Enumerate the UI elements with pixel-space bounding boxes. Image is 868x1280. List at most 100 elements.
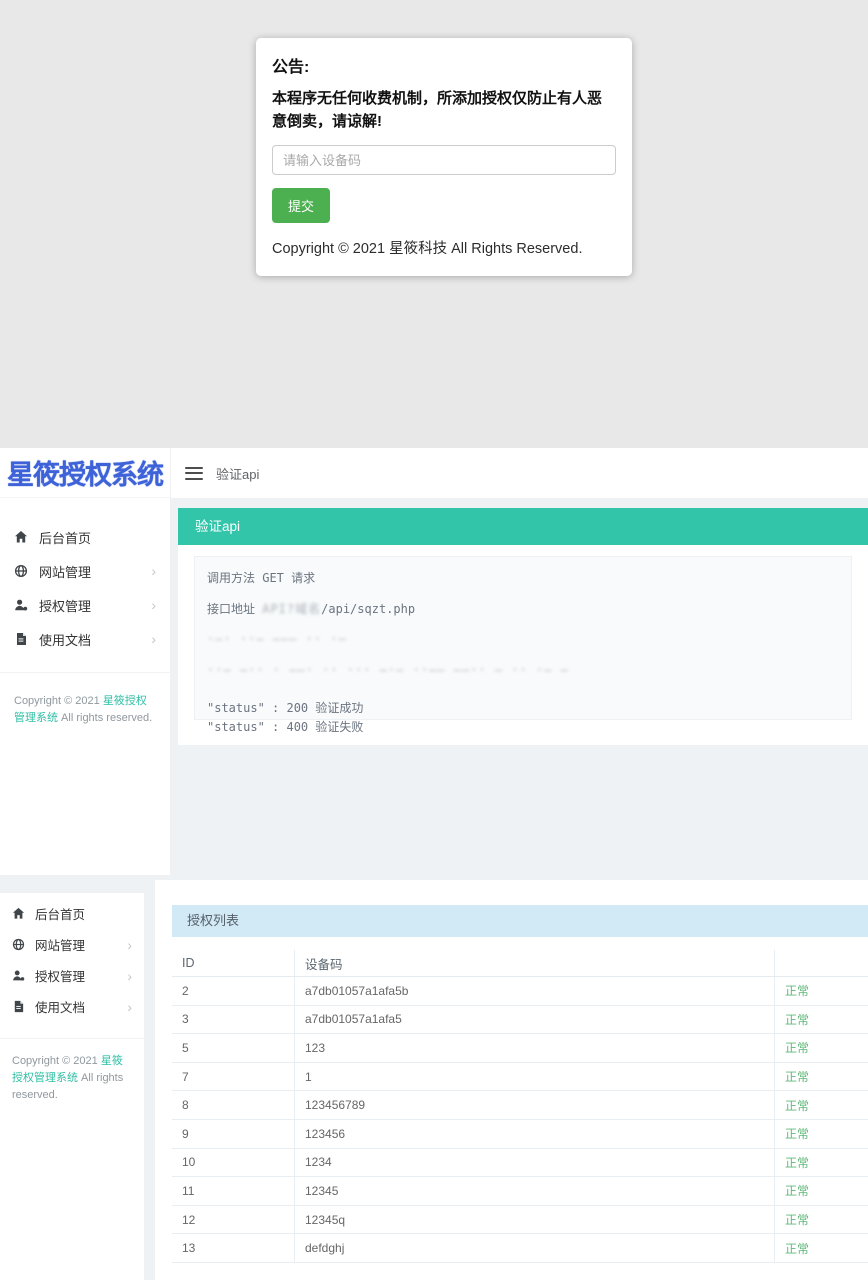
hamburger-icon[interactable] bbox=[185, 467, 203, 480]
sidebar-item-label: 后台首页 bbox=[39, 528, 91, 547]
admin-api-section: 星筱授权系统 验证api 后台首页 网站管理 › bbox=[0, 448, 868, 880]
cell-device: 1 bbox=[295, 1063, 775, 1091]
table-row: 2 a7db01057a1afa5b 正常 bbox=[172, 977, 868, 1006]
api-method-line: 调用方法 GET 请求 bbox=[207, 569, 839, 586]
chevron-right-icon: › bbox=[127, 1000, 132, 1014]
sidebar-item-license[interactable]: 授权管理 › bbox=[0, 960, 144, 991]
home-icon bbox=[14, 530, 28, 544]
cell-id: 10 bbox=[172, 1149, 295, 1177]
globe-icon bbox=[12, 938, 25, 951]
sidebar-copyright: Copyright © 2021 星筱授权管理系统 All rights res… bbox=[0, 1039, 144, 1104]
license-card: 授权列表 ID 设备码 2 a7db01057a1afa5b bbox=[155, 880, 868, 1280]
chevron-right-icon: › bbox=[151, 598, 156, 612]
announcement-title: 公告: bbox=[272, 53, 616, 77]
table-row: 5 123 正常 bbox=[172, 1034, 868, 1063]
redacted-line: ·—· ··— ——— ·· ·— bbox=[207, 632, 839, 646]
chevron-right-icon: › bbox=[127, 969, 132, 983]
cell-status[interactable]: 正常 bbox=[785, 1127, 809, 1141]
table-row: 12 12345q 正常 bbox=[172, 1206, 868, 1235]
document-icon bbox=[12, 1000, 25, 1013]
api-panel: 验证api 调用方法 GET 请求 接口地址 API?域名/api/sqzt.p… bbox=[178, 508, 868, 745]
sidebar-item-label: 授权管理 bbox=[39, 596, 91, 615]
cell-status[interactable]: 正常 bbox=[785, 1213, 809, 1227]
cell-id: 8 bbox=[172, 1091, 295, 1119]
cell-id: 3 bbox=[172, 1006, 295, 1034]
sidebar-item-home[interactable]: 后台首页 bbox=[0, 520, 170, 554]
column-header-device: 设备码 bbox=[295, 950, 775, 976]
cell-device: 12345q bbox=[295, 1206, 775, 1234]
breadcrumb: 验证api bbox=[216, 464, 259, 483]
user-manage-icon bbox=[12, 969, 25, 982]
app-logo: 星筱授权系统 bbox=[0, 448, 170, 498]
cell-id: 2 bbox=[172, 977, 295, 1005]
globe-icon bbox=[14, 564, 28, 578]
api-address-line: 接口地址 API?域名/api/sqzt.php bbox=[207, 600, 839, 617]
sidebar-item-label: 后台首页 bbox=[35, 904, 85, 923]
page: 公告: 本程序无任何收费机制，所添加授权仅防止有人恶意倒卖，请谅解! 提交 Co… bbox=[0, 0, 868, 1280]
cell-status[interactable]: 正常 bbox=[785, 1184, 809, 1198]
sidebar-item-home[interactable]: 后台首页 bbox=[0, 898, 144, 929]
table-row: 8 123456789 正常 bbox=[172, 1091, 868, 1120]
cell-status[interactable]: 正常 bbox=[785, 1013, 809, 1027]
sidebar-item-website[interactable]: 网站管理 › bbox=[0, 929, 144, 960]
sidebar-copyright: Copyright © 2021 星筱授权管理系统 All rights res… bbox=[0, 673, 170, 727]
sidebar: 后台首页 网站管理 › 授权管理 › bbox=[0, 498, 170, 875]
cell-device: 123 bbox=[295, 1034, 775, 1062]
cell-id: 7 bbox=[172, 1063, 295, 1091]
announcement-section: 公告: 本程序无任何收费机制，所添加授权仅防止有人恶意倒卖，请谅解! 提交 Co… bbox=[0, 0, 868, 448]
cell-device: a7db01057a1afa5b bbox=[295, 977, 775, 1005]
table-row: 13 defdghj 正常 bbox=[172, 1234, 868, 1263]
submit-button[interactable]: 提交 bbox=[272, 188, 330, 223]
cell-device: 123456789 bbox=[295, 1091, 775, 1119]
device-code-input[interactable] bbox=[272, 145, 616, 175]
sidebar-item-label: 授权管理 bbox=[35, 966, 85, 985]
cell-device: a7db01057a1afa5 bbox=[295, 1006, 775, 1034]
sidebar-item-label: 使用文档 bbox=[39, 630, 91, 649]
table-row: 9 123456 正常 bbox=[172, 1120, 868, 1149]
sidebar-item-license[interactable]: 授权管理 › bbox=[0, 588, 170, 622]
table-row: 10 1234 正常 bbox=[172, 1149, 868, 1178]
license-table: ID 设备码 2 a7db01057a1afa5b 正常 3 bbox=[172, 950, 868, 1263]
column-header-id: ID bbox=[172, 950, 295, 976]
table-row: 3 a7db01057a1afa5 正常 bbox=[172, 1006, 868, 1035]
document-icon bbox=[14, 632, 28, 646]
sidebar-item-docs[interactable]: 使用文档 › bbox=[0, 991, 144, 1022]
chevron-right-icon: › bbox=[151, 632, 156, 646]
table-row: 7 1 正常 bbox=[172, 1063, 868, 1092]
redacted-text: API?域名 bbox=[262, 602, 321, 616]
cell-status[interactable]: 正常 bbox=[785, 1242, 809, 1256]
table-header-row: ID 设备码 bbox=[172, 950, 868, 977]
app-logo-text: 星筱授权系统 bbox=[7, 453, 163, 492]
api-panel-body: 调用方法 GET 请求 接口地址 API?域名/api/sqzt.php ·—·… bbox=[178, 545, 868, 745]
api-panel-header: 验证api bbox=[178, 508, 868, 545]
cell-id: 12 bbox=[172, 1206, 295, 1234]
table-row: 11 12345 正常 bbox=[172, 1177, 868, 1206]
announcement-body: 本程序无任何收费机制，所添加授权仅防止有人恶意倒卖，请谅解! bbox=[272, 88, 616, 133]
redacted-line: ··— —·· · ——· ·· ··· —·— ··—— ——·· — ·· … bbox=[207, 663, 839, 677]
cell-device: 1234 bbox=[295, 1149, 775, 1177]
cell-status[interactable]: 正常 bbox=[785, 1070, 809, 1084]
sidebar: 后台首页 网站管理 › 授权管理 › bbox=[0, 893, 145, 1280]
content-area: 验证api 调用方法 GET 请求 接口地址 API?域名/api/sqzt.p… bbox=[170, 498, 868, 880]
license-list-section: 后台首页 网站管理 › 授权管理 › bbox=[0, 880, 868, 1280]
license-list-header: 授权列表 bbox=[172, 905, 868, 937]
api-status-success: "status" : 200 验证成功 bbox=[207, 699, 839, 716]
cell-device: 12345 bbox=[295, 1177, 775, 1205]
cell-status[interactable]: 正常 bbox=[785, 1041, 809, 1055]
announcement-card: 公告: 本程序无任何收费机制，所添加授权仅防止有人恶意倒卖，请谅解! 提交 Co… bbox=[256, 38, 632, 276]
cell-status[interactable]: 正常 bbox=[785, 1156, 809, 1170]
sidebar-item-label: 网站管理 bbox=[35, 935, 85, 954]
api-code-block: 调用方法 GET 请求 接口地址 API?域名/api/sqzt.php ·—·… bbox=[194, 556, 852, 720]
cell-status[interactable]: 正常 bbox=[785, 984, 809, 998]
topbar: 验证api bbox=[170, 448, 868, 498]
sidebar-item-label: 网站管理 bbox=[39, 562, 91, 581]
api-status-fail: "status" : 400 验证失败 bbox=[207, 718, 839, 735]
cell-id: 5 bbox=[172, 1034, 295, 1062]
chevron-right-icon: › bbox=[151, 564, 156, 578]
license-table-body: 2 a7db01057a1afa5b 正常 3 a7db01057a1afa5 … bbox=[172, 977, 868, 1263]
cell-status[interactable]: 正常 bbox=[785, 1099, 809, 1113]
cell-id: 11 bbox=[172, 1177, 295, 1205]
cell-device: defdghj bbox=[295, 1234, 775, 1262]
sidebar-item-docs[interactable]: 使用文档 › bbox=[0, 622, 170, 656]
sidebar-item-website[interactable]: 网站管理 › bbox=[0, 554, 170, 588]
